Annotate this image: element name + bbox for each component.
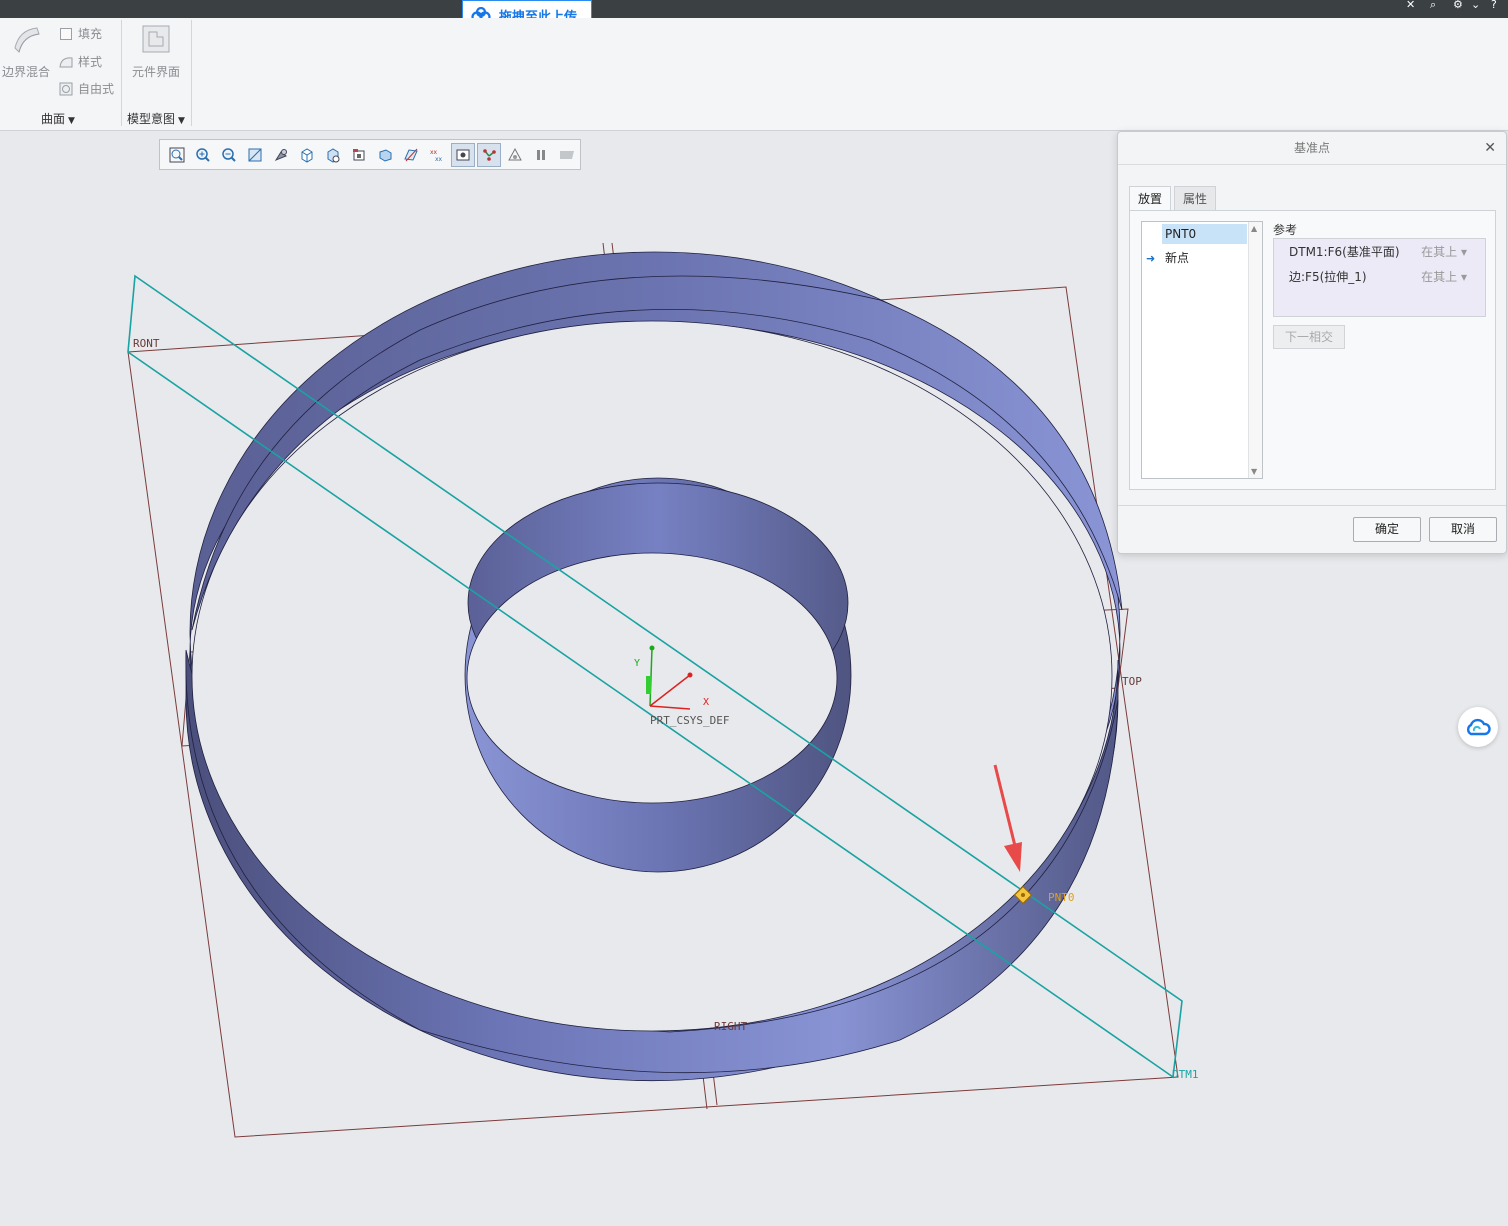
label-top: TOP (1122, 675, 1142, 688)
title-bar: ✕ ⌕ ⚙ ⌄ ? (0, 0, 1508, 18)
tab-placement[interactable]: 放置 (1129, 186, 1172, 210)
model-intent-label: 模型意图 (127, 112, 176, 126)
reference-name: DTM1:F6(基准平面) (1289, 245, 1400, 259)
tab-properties[interactable]: 属性 (1174, 186, 1217, 210)
ribbon: 边界混合 填充 样式 自由式 曲面 ▼ 元件界面 模型意图 ▼ (0, 18, 1508, 131)
scroll-up-icon[interactable]: ▲ (1251, 224, 1257, 233)
references-label: 参考 (1273, 223, 1298, 237)
label-front: RONT (133, 337, 160, 350)
caret-down-icon: ▼ (68, 116, 75, 126)
settings-icon[interactable]: ⚙ (1453, 0, 1463, 10)
fill-label: 填充 (78, 27, 103, 41)
scroll-down-icon[interactable]: ▼ (1251, 467, 1257, 476)
label-pnt0: PNT0 (1048, 891, 1075, 904)
arrow-right-icon: ➜ (1146, 252, 1156, 265)
constraint-type-value: 在其上 (1421, 245, 1458, 259)
model-intent-menu[interactable]: 模型意图 ▼ (127, 110, 185, 127)
style-button[interactable]: 样式 (58, 53, 102, 70)
style-label: 样式 (78, 55, 103, 69)
surface-group-menu[interactable]: 曲面 ▼ (41, 110, 75, 127)
component-interface-icon (142, 25, 170, 53)
cloud-icon (1467, 718, 1491, 736)
component-interface-button[interactable]: 元件界面 (130, 22, 182, 80)
footer-divider (1118, 505, 1506, 506)
next-intersection-button[interactable]: 下一相交 (1273, 325, 1345, 349)
help-icon[interactable]: ? (1491, 0, 1497, 10)
ok-button[interactable]: 确定 (1353, 517, 1421, 542)
chevron-down-icon[interactable]: ⌄ (1471, 0, 1480, 10)
constraint-type-value: 在其上 (1421, 270, 1458, 284)
style-icon (59, 56, 73, 67)
list-item-pnt0[interactable]: PNT0 (1162, 224, 1247, 244)
caret-down-icon: ▼ (178, 116, 185, 126)
surface-group-label: 曲面 (41, 112, 66, 126)
label-dtm1: DTM1 (1172, 1068, 1199, 1081)
reference-row[interactable]: DTM1:F6(基准平面) 在其上 ▾ (1289, 242, 1479, 262)
datum-point-dialog: 基准点 ✕ 放置 属性 PNT0 ➜ 新点 ▲ ▼ 参考 DTM1:F6(基准平… (1117, 131, 1507, 554)
constraint-type-select[interactable]: 在其上 ▾ (1421, 267, 1467, 287)
point-list[interactable]: PNT0 ➜ 新点 ▲ ▼ (1141, 221, 1263, 479)
label-axis-x: X (703, 697, 709, 708)
list-item-new-point[interactable]: 新点 (1162, 248, 1189, 268)
placement-panel: PNT0 ➜ 新点 ▲ ▼ 参考 DTM1:F6(基准平面) 在其上 ▾ 边:F… (1129, 210, 1496, 490)
fill-icon (60, 27, 72, 40)
x-icon[interactable]: ✕ (1406, 0, 1415, 10)
boundary-blend-label: 边界混合 (2, 65, 51, 79)
freestyle-button[interactable]: 自由式 (58, 80, 114, 97)
label-right: RIGHT (714, 1020, 747, 1033)
cancel-button[interactable]: 取消 (1429, 517, 1497, 542)
freestyle-label: 自由式 (78, 82, 115, 96)
dialog-title: 基准点 (1118, 132, 1506, 165)
close-icon[interactable]: ✕ (1484, 140, 1496, 156)
boundary-blend-button[interactable]: 边界混合 (2, 22, 50, 80)
freestyle-icon (59, 82, 73, 95)
constraint-type-select[interactable]: 在其上 ▾ (1421, 242, 1467, 262)
group-divider (191, 20, 192, 126)
references-list[interactable]: DTM1:F6(基准平面) 在其上 ▾ 边:F5(拉伸_1) 在其上 ▾ (1273, 238, 1486, 317)
fill-button[interactable]: 填充 (60, 25, 102, 42)
scrollbar[interactable]: ▲ ▼ (1248, 222, 1262, 478)
boundary-blend-icon (14, 27, 40, 53)
component-interface-label: 元件界面 (131, 65, 180, 79)
reference-name: 边:F5(拉伸_1) (1289, 270, 1367, 284)
group-divider (121, 20, 122, 126)
label-axis-y: Y (634, 658, 640, 669)
reference-row[interactable]: 边:F5(拉伸_1) 在其上 ▾ (1289, 267, 1479, 287)
label-csys: PRT_CSYS_DEF (650, 714, 729, 727)
pin-icon[interactable]: ⌕ (1430, 0, 1436, 10)
cloud-sync-button[interactable] (1458, 707, 1498, 747)
